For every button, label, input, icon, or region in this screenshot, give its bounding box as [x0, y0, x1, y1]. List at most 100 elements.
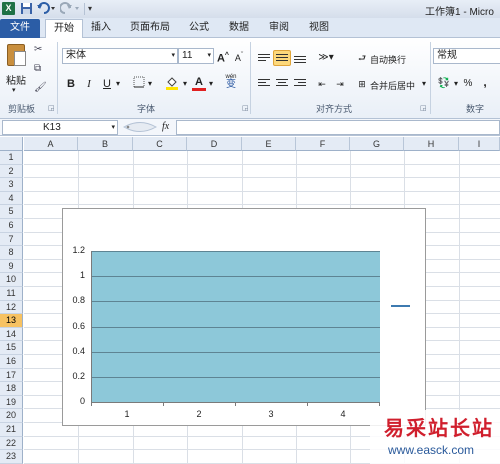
row-header[interactable]: 18 — [0, 382, 23, 396]
font-size-value: 11 — [182, 50, 193, 61]
tab-data[interactable]: 数据 — [224, 19, 254, 38]
chevron-down-icon[interactable]: ▾ — [114, 76, 122, 92]
paste-button[interactable]: 粘贴 ▾ — [4, 42, 28, 98]
row-header[interactable]: 13 — [0, 314, 23, 328]
legend-series-marker[interactable] — [391, 305, 410, 307]
decrease-indent-icon[interactable]: ⇤ — [314, 76, 330, 92]
plot-area[interactable] — [91, 251, 380, 402]
font-size-select[interactable]: 11 ▾ — [178, 48, 214, 64]
align-bottom-button[interactable] — [292, 52, 308, 68]
underline-button[interactable]: U — [100, 76, 114, 92]
column-header-h[interactable]: H — [404, 137, 459, 151]
format-painter-icon[interactable]: 🖌 — [34, 82, 48, 94]
chevron-down-icon[interactable]: ▾ — [420, 76, 428, 92]
x-tick-label: 1 — [124, 409, 130, 419]
row-header[interactable]: 4 — [0, 191, 23, 206]
chart[interactable]: 0 0.2 0.4 0.6 0.8 1 1.2 1 2 3 4 — [62, 208, 426, 426]
shrink-font-button[interactable]: Aˇ — [232, 48, 246, 64]
font-launcher-icon[interactable]: ◲ — [242, 104, 249, 112]
undo-icon[interactable] — [36, 2, 55, 15]
grow-font-button[interactable]: A^ — [216, 48, 230, 65]
y-tick-label: 0 — [79, 396, 85, 406]
tab-view[interactable]: 视图 — [304, 19, 334, 38]
tab-formulas[interactable]: 公式 — [184, 19, 214, 38]
row-header[interactable]: 14 — [0, 327, 23, 342]
row-header[interactable]: 8 — [0, 246, 23, 260]
column-header-c[interactable]: C — [133, 137, 187, 151]
chevron-down-icon[interactable]: ▾ — [207, 76, 215, 92]
merge-center-icon[interactable]: ⊞ — [356, 76, 368, 92]
row-header[interactable]: 23 — [0, 450, 23, 464]
y-tick-label: 0.8 — [72, 295, 85, 306]
align-left-button[interactable] — [256, 76, 272, 92]
row-header[interactable]: 20 — [0, 409, 23, 423]
align-right-button[interactable] — [292, 76, 308, 92]
accounting-format-icon[interactable]: 💱 — [436, 76, 452, 92]
row-header[interactable]: 10 — [0, 273, 23, 287]
customize-qat-icon[interactable]: ▾ — [88, 2, 96, 15]
phonetic-guide-button[interactable]: wén 变 — [222, 74, 240, 90]
tab-file[interactable]: 文件 — [0, 19, 40, 38]
select-all-corner[interactable] — [0, 137, 23, 151]
row-header[interactable]: 15 — [0, 341, 23, 355]
row-header[interactable]: 16 — [0, 355, 23, 369]
italic-button[interactable]: I — [82, 76, 96, 92]
row-header[interactable]: 9 — [0, 259, 23, 274]
increase-indent-icon[interactable]: ⇥ — [332, 76, 348, 92]
borders-icon[interactable] — [132, 76, 146, 92]
font-name-select[interactable]: 宋体 ▾ — [62, 48, 178, 64]
align-top-button[interactable] — [256, 52, 272, 68]
align-center-button[interactable] — [274, 76, 290, 92]
comma-style-button[interactable]: , — [480, 74, 490, 90]
orientation-icon[interactable]: ≫▾ — [316, 50, 336, 66]
formula-input[interactable] — [176, 120, 500, 135]
bold-button[interactable]: B — [64, 76, 78, 92]
fill-color-icon[interactable] — [164, 76, 180, 92]
align-middle-button[interactable] — [273, 50, 291, 66]
row-header[interactable]: 2 — [0, 164, 23, 179]
chevron-down-icon[interactable]: ▾ — [146, 76, 154, 92]
column-header-a[interactable]: A — [24, 137, 78, 151]
clipboard-launcher-icon[interactable]: ◲ — [48, 104, 55, 112]
column-header-f[interactable]: F — [296, 137, 350, 151]
chevron-down-icon[interactable]: ▾ — [181, 76, 189, 92]
formula-bar-resize-handle[interactable] — [120, 120, 160, 135]
merge-center-button[interactable]: 合并后居中 — [370, 79, 415, 92]
row-header[interactable]: 22 — [0, 436, 23, 451]
column-header-d[interactable]: D — [187, 137, 242, 151]
percent-style-button[interactable]: % — [462, 76, 474, 92]
font-color-button[interactable]: A — [192, 74, 206, 91]
x-tick-mark — [163, 402, 164, 406]
redo-icon[interactable] — [59, 2, 79, 15]
name-box[interactable]: K13 ▾ — [2, 120, 118, 135]
column-header-b[interactable]: B — [78, 137, 133, 151]
row-header[interactable]: 5 — [0, 205, 23, 219]
number-format-select[interactable]: 常规 — [433, 48, 500, 64]
column-header-e[interactable]: E — [242, 137, 296, 151]
column-header-i[interactable]: I — [459, 137, 500, 151]
row-header[interactable]: 12 — [0, 300, 23, 315]
tab-home[interactable]: 开始 — [45, 19, 83, 39]
wrap-text-button[interactable]: 自动换行 — [370, 53, 406, 66]
excel-logo-icon[interactable]: X — [2, 2, 15, 15]
chevron-down-icon[interactable]: ▾ — [452, 76, 460, 92]
column-header-g[interactable]: G — [350, 137, 404, 151]
row-header[interactable]: 1 — [0, 151, 23, 165]
row-header[interactable]: 19 — [0, 395, 23, 410]
save-icon[interactable] — [20, 2, 33, 15]
row-header[interactable]: 11 — [0, 287, 23, 301]
alignment-launcher-icon[interactable]: ◲ — [420, 104, 427, 112]
row-header[interactable]: 7 — [0, 232, 23, 247]
ribbon: 粘贴 ▾ ✂ ⧉ 🖌 剪贴板 ◲ 宋体 ▾ 11 ▾ A^ Aˇ B I U ▾… — [0, 38, 500, 119]
tab-insert[interactable]: 插入 — [85, 19, 117, 38]
row-header[interactable]: 17 — [0, 368, 23, 383]
tab-page-layout[interactable]: 页面布局 — [125, 19, 175, 38]
row-header[interactable]: 3 — [0, 178, 23, 192]
tab-review[interactable]: 审阅 — [264, 19, 294, 38]
insert-function-button[interactable]: fx — [162, 121, 169, 132]
wrap-text-icon[interactable]: ⮐ — [356, 50, 368, 66]
cut-icon[interactable]: ✂ — [34, 44, 48, 56]
row-header[interactable]: 6 — [0, 219, 23, 233]
row-header[interactable]: 21 — [0, 423, 23, 437]
copy-icon[interactable]: ⧉ — [34, 63, 48, 75]
